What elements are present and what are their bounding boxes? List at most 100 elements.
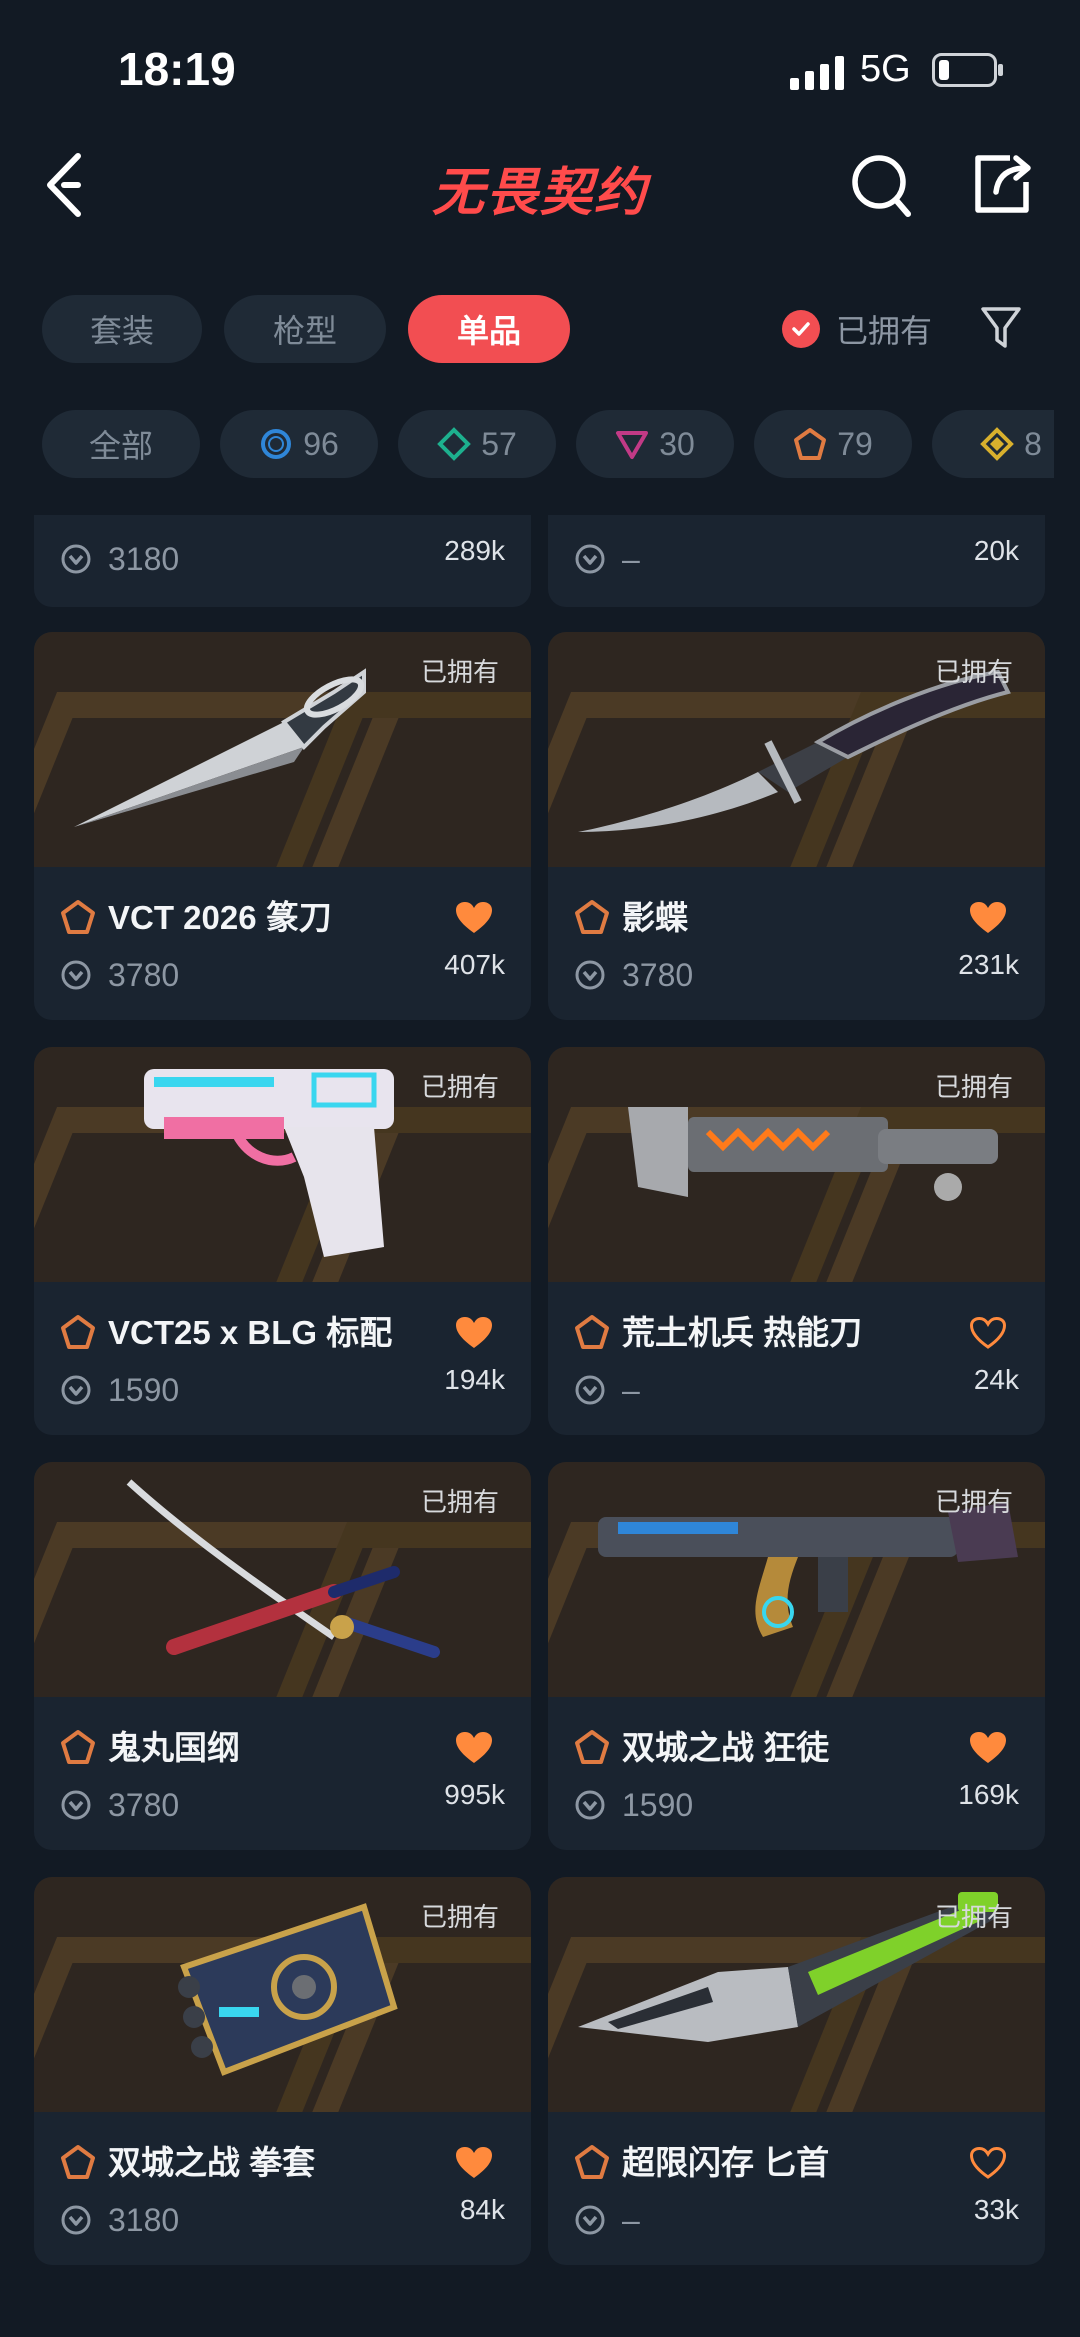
tab-single-items[interactable]: 单品 [408, 295, 570, 363]
owned-label: 已拥有 [934, 1902, 1013, 1932]
like-count: 231k [958, 949, 1019, 980]
vp-currency-icon [575, 1790, 605, 1820]
item-card[interactable]: 已拥有 荒土机兵 热能刀 – 24k [548, 1047, 1045, 1435]
item-price: 3180 [108, 541, 180, 577]
pentagon-tier-icon [575, 1730, 609, 1764]
item-price: 3780 [108, 957, 180, 993]
chip-label: 全部 [88, 428, 153, 464]
vp-currency-icon [575, 544, 605, 574]
item-price: 3780 [622, 957, 694, 993]
chip-count: 96 [303, 425, 339, 462]
heart-filled-icon[interactable] [455, 1316, 493, 1350]
item-price: – [622, 541, 640, 577]
vp-currency-icon [61, 960, 91, 990]
item-card[interactable]: 已拥有 VCT 2026 篆刀 3780 407k [34, 632, 531, 1020]
heart-outline-icon[interactable] [969, 2146, 1007, 2180]
like-count: 194k [444, 1364, 505, 1395]
item-image: 已拥有 [548, 1462, 1045, 1697]
item-image: 已拥有 [34, 1462, 531, 1697]
chip-tier-ultra[interactable]: 8 [932, 410, 1054, 478]
item-name: 影蝶 [622, 899, 688, 936]
item-price: 3780 [108, 1787, 180, 1823]
item-card[interactable]: 已拥有 双城之战 狂徒 1590 169k [548, 1462, 1045, 1850]
app-logo: 无畏契约 [431, 164, 648, 222]
chip-count: 57 [481, 425, 517, 462]
pentagon-tier-icon [575, 1315, 609, 1349]
item-price: – [622, 1372, 640, 1408]
item-card[interactable]: 已拥有 影蝶 3780 231k [548, 632, 1045, 1020]
chip-all[interactable]: 全部 [42, 410, 200, 478]
vp-currency-icon [575, 960, 605, 990]
heart-filled-icon[interactable] [969, 901, 1007, 935]
heart-filled-icon[interactable] [455, 2146, 493, 2180]
vp-currency-icon [575, 2205, 605, 2235]
item-name: 双城之战 拳套 [108, 2144, 316, 2181]
owned-filter-toggle[interactable]: 已拥有 [782, 302, 932, 356]
check-icon [782, 310, 820, 348]
item-price: 1590 [108, 1372, 180, 1408]
vp-currency-icon [575, 1375, 605, 1405]
like-count: 169k [958, 1779, 1019, 1810]
item-name: 荒土机兵 热能刀 [622, 1314, 863, 1351]
vp-currency-icon [61, 2205, 91, 2235]
item-name: VCT25 x BLG 标配 [108, 1314, 393, 1351]
filter-icon[interactable] [980, 304, 1022, 352]
item-price: – [622, 2202, 640, 2238]
chip-tier-select[interactable]: 96 [220, 410, 378, 478]
status-bar: 18:19 5G [0, 0, 1080, 140]
pentagon-tier-icon [575, 2145, 609, 2179]
chip-count: 8 [1024, 425, 1042, 462]
chip-tier-exclusive[interactable]: 79 [754, 410, 912, 478]
item-card[interactable]: 已拥有 双城之战 拳套 3180 84k [34, 1877, 531, 2265]
diamond-gold-tier-icon [980, 427, 1014, 461]
item-card[interactable]: 已拥有 VCT25 x BLG 标配 1590 194k [34, 1047, 531, 1435]
chip-count: 30 [659, 425, 695, 462]
heart-filled-icon[interactable] [455, 901, 493, 935]
owned-label: 已拥有 [420, 1487, 499, 1517]
pentagon-tier-icon [61, 900, 95, 934]
item-image: 已拥有 [34, 1047, 531, 1282]
owned-label: 已拥有 [934, 1487, 1013, 1517]
search-icon[interactable] [850, 152, 912, 218]
share-icon[interactable] [970, 152, 1034, 216]
owned-label: 已拥有 [420, 657, 499, 687]
like-count: 20k [973, 535, 1019, 566]
owned-label: 已拥有 [934, 657, 1013, 687]
heart-filled-icon[interactable] [969, 1731, 1007, 1765]
item-image: 已拥有 [34, 1877, 531, 2112]
pentagon-tier-icon [61, 2145, 95, 2179]
item-price: 3180 [108, 2202, 180, 2238]
item-image: 已拥有 [548, 1047, 1045, 1282]
owned-filter-label: 已拥有 [836, 313, 933, 349]
like-count: 24k [973, 1364, 1019, 1395]
item-image: 已拥有 [548, 1877, 1045, 2112]
like-count: 995k [444, 1779, 505, 1810]
item-name: 双城之战 狂徒 [622, 1729, 830, 1766]
pentagon-tier-icon [61, 1730, 95, 1764]
heart-filled-icon[interactable] [455, 1731, 493, 1765]
heart-outline-icon[interactable] [969, 1316, 1007, 1350]
circle-tier-icon [261, 429, 292, 459]
tier-chip-row: 全部 96 57 30 79 8 [42, 410, 1054, 478]
item-card[interactable]: 已拥有 超限闪存 匕首 – 33k [548, 1877, 1045, 2265]
chip-tier-deluxe[interactable]: 57 [398, 410, 556, 478]
item-image: 已拥有 [34, 632, 531, 867]
tab-bundles[interactable]: 套装 [42, 295, 202, 363]
pentagon-tier-icon [575, 900, 609, 934]
signal-icon [790, 56, 844, 90]
item-card[interactable]: – 20k [548, 515, 1045, 607]
triangle-tier-icon [616, 431, 649, 459]
item-card[interactable]: 已拥有 鬼丸国纲 3780 995k [34, 1462, 531, 1850]
item-name: VCT 2026 篆刀 [108, 899, 332, 936]
pentagon-tier-icon [794, 428, 827, 460]
vp-currency-icon [61, 1790, 91, 1820]
item-card[interactable]: 3180 289k [34, 515, 531, 607]
like-count: 289k [444, 535, 505, 566]
chip-tier-premium[interactable]: 30 [576, 410, 734, 478]
item-name: 超限闪存 匕首 [622, 2144, 830, 2181]
item-name: 鬼丸国纲 [108, 1729, 240, 1766]
like-count: 84k [459, 2194, 505, 2225]
tab-weapon-types[interactable]: 枪型 [224, 295, 386, 363]
owned-label: 已拥有 [420, 1072, 499, 1102]
category-tabs: 套装 枪型 单品 [42, 295, 570, 363]
